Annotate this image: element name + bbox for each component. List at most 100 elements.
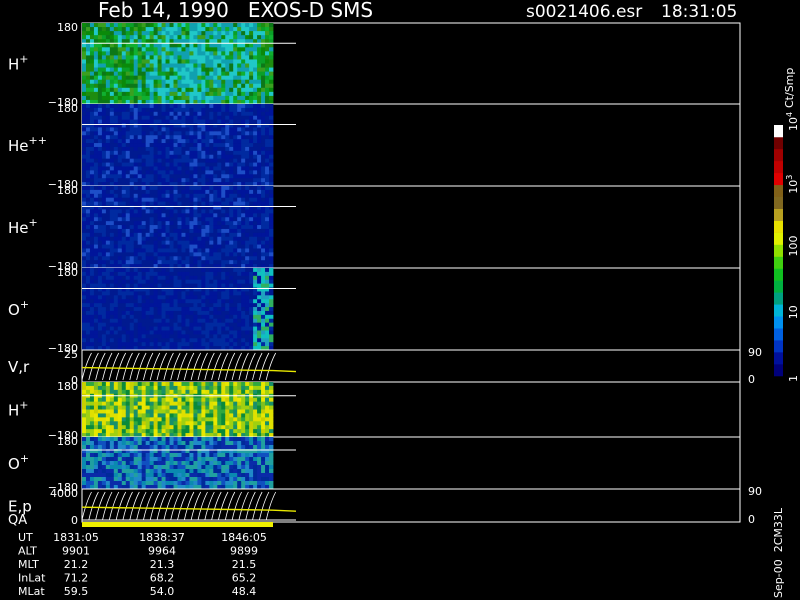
heatmap-cell xyxy=(157,421,162,426)
heatmap-cell xyxy=(153,47,159,52)
heatmap-cell xyxy=(173,143,178,148)
heatmap-cell xyxy=(109,473,115,478)
heatmap-cell xyxy=(269,31,274,36)
heatmap-cell xyxy=(113,197,119,203)
heatmap-cell xyxy=(93,51,99,56)
heatmap-cell xyxy=(265,389,270,395)
heatmap-cell xyxy=(85,477,91,482)
heatmap-cell xyxy=(213,397,218,403)
heatmap-cell xyxy=(193,193,198,199)
heatmap-cell xyxy=(121,213,127,218)
heatmap-cell xyxy=(229,166,234,171)
heatmap-cell xyxy=(133,71,139,77)
heatmap-cell xyxy=(173,330,178,335)
heatmap-cell xyxy=(93,95,99,101)
heatmap-cell xyxy=(97,213,103,218)
heatmap-cell xyxy=(233,63,238,68)
heatmap-cell xyxy=(181,240,186,245)
heatmap-cell xyxy=(109,299,115,304)
heatmap-cell xyxy=(185,162,190,167)
heatmap-cell xyxy=(193,170,198,175)
heatmap-cell xyxy=(169,197,174,203)
heatmap-cell xyxy=(153,55,159,60)
heatmap-cell xyxy=(265,421,270,426)
heatmap-cell xyxy=(82,162,87,167)
heatmap-cell xyxy=(173,43,178,48)
heatmap-cell xyxy=(213,162,218,167)
heatmap-cell xyxy=(201,275,206,281)
heatmap-cell xyxy=(249,405,254,410)
heatmap-cell xyxy=(201,248,206,253)
heatmap-cell xyxy=(105,79,111,85)
heatmap-cell xyxy=(209,268,214,273)
heatmap-cell xyxy=(169,303,174,308)
heatmap-cell xyxy=(189,47,194,52)
heatmap-cell xyxy=(237,127,242,132)
heatmap-cell xyxy=(241,314,246,320)
heatmap-cell xyxy=(97,389,103,395)
heatmap-cell xyxy=(129,236,135,242)
heatmap-cell xyxy=(109,67,115,72)
heatmap-cell xyxy=(225,217,230,222)
heatmap-cell xyxy=(97,51,103,56)
heatmap-cell xyxy=(245,326,250,331)
heatmap-cell xyxy=(181,236,186,242)
heatmap-cell xyxy=(217,256,222,261)
heatmap-cell xyxy=(137,31,143,36)
heatmap-cell xyxy=(225,170,230,175)
heatmap-cell xyxy=(185,79,190,85)
heatmap-cell xyxy=(201,217,206,222)
heatmap-cell xyxy=(97,91,103,97)
heatmap-cell xyxy=(117,326,123,331)
heatmap-cell xyxy=(165,334,170,339)
heatmap-cell xyxy=(253,326,258,331)
heatmap-cell xyxy=(241,23,246,28)
heatmap-cell xyxy=(153,314,159,320)
heatmap-cell xyxy=(209,91,214,97)
heatmap-cell xyxy=(189,139,194,144)
heatmap-cell xyxy=(261,338,266,343)
heatmap-cell xyxy=(161,413,166,418)
heatmap-cell xyxy=(165,217,170,222)
heatmap-cell xyxy=(253,303,258,308)
heatmap-cell xyxy=(173,135,178,140)
heatmap-cell xyxy=(193,413,198,418)
heatmap-cell xyxy=(193,127,198,132)
heatmap-cell xyxy=(89,421,95,426)
heatmap-cell xyxy=(253,260,258,265)
heatmap-cell xyxy=(261,252,266,257)
heatmap-cell xyxy=(93,441,99,446)
heatmap-cell xyxy=(129,271,135,277)
heatmap-cell xyxy=(233,314,238,320)
heatmap-cell xyxy=(133,473,139,478)
heatmap-cell xyxy=(157,457,162,462)
heatmap-cell xyxy=(237,303,242,308)
heatmap-cell xyxy=(209,318,214,324)
heatmap-cell xyxy=(257,221,262,226)
heatmap-cell xyxy=(265,43,270,48)
heatmap-cell xyxy=(225,27,230,32)
heatmap-cell xyxy=(165,193,170,199)
heatmap-cell xyxy=(189,197,194,203)
heatmap-cell xyxy=(217,330,222,335)
heatmap-cell xyxy=(101,279,107,285)
heatmap-cell xyxy=(181,330,186,335)
heatmap-cell xyxy=(269,162,274,167)
heatmap-cell xyxy=(125,342,131,347)
heatmap-cell xyxy=(109,330,115,335)
heatmap-cell xyxy=(217,143,222,148)
heatmap-cell xyxy=(113,115,119,121)
heatmap-cell xyxy=(161,55,166,60)
heatmap-cell xyxy=(221,244,226,249)
heatmap-cell xyxy=(97,429,103,434)
heatmap-cell xyxy=(145,330,151,335)
heatmap-cell xyxy=(161,310,166,316)
heatmap-cell xyxy=(265,334,270,339)
heatmap-cell xyxy=(101,338,107,343)
heatmap-cell xyxy=(82,217,87,222)
heatmap-cell xyxy=(229,221,234,226)
heatmap-cell xyxy=(189,170,194,175)
heatmap-cell xyxy=(221,405,226,410)
heatmap-cell xyxy=(137,256,143,261)
heatmap-cell xyxy=(153,150,159,156)
